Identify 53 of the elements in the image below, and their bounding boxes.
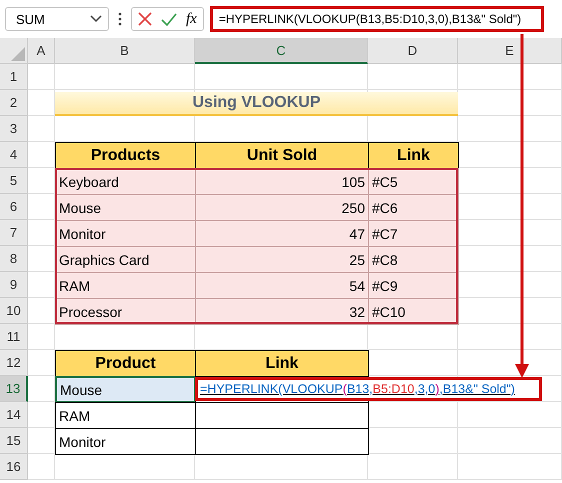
- header-cell: Unit Sold: [195, 142, 369, 169]
- table-cell: #C6: [368, 194, 459, 221]
- column-header[interactable]: C: [195, 38, 368, 64]
- header-cell: Product: [55, 350, 196, 377]
- table-cell[interactable]: RAM: [55, 402, 196, 429]
- table-cell: 250: [195, 194, 369, 221]
- table-cell: 32: [195, 298, 369, 325]
- table-cell: 54: [195, 272, 369, 299]
- row-header[interactable]: 8: [0, 246, 28, 272]
- table-cell: #C10: [368, 298, 459, 325]
- column-header[interactable]: A: [28, 38, 55, 64]
- row-header[interactable]: 13: [0, 376, 28, 402]
- row-header[interactable]: 15: [0, 428, 28, 454]
- row-header[interactable]: 10: [0, 298, 28, 324]
- sheet-title: Using VLOOKUP: [55, 92, 458, 116]
- table-cell: Mouse: [55, 194, 196, 221]
- row-header[interactable]: 12: [0, 350, 28, 376]
- formula-field[interactable]: =HYPERLINK(VLOOKUP(B13,B5:D10,3,0),B13&" Sold"): [210, 6, 544, 32]
- table-cell: RAM: [55, 272, 196, 299]
- table-cell: #C7: [368, 220, 459, 247]
- table-cell: Processor: [55, 298, 196, 325]
- header-cell: Link: [195, 350, 369, 377]
- table-cell: 25: [195, 246, 369, 273]
- row-header[interactable]: 11: [0, 324, 28, 350]
- row-header[interactable]: 1: [0, 64, 28, 90]
- table-cell: Monitor: [55, 220, 196, 247]
- row-header[interactable]: 16: [0, 454, 28, 480]
- table-cell[interactable]: Mouse: [55, 376, 196, 403]
- row-header[interactable]: 5: [0, 168, 28, 194]
- table-cell: #C9: [368, 272, 459, 299]
- row-header[interactable]: 3: [0, 116, 28, 142]
- insert-function-button[interactable]: fx: [186, 10, 197, 28]
- more-icon[interactable]: [118, 12, 122, 26]
- header-cell: Link: [368, 142, 459, 169]
- name-box[interactable]: SUM: [5, 7, 109, 31]
- row-header[interactable]: 9: [0, 272, 28, 298]
- row-header[interactable]: 7: [0, 220, 28, 246]
- cancel-icon[interactable]: [138, 12, 152, 26]
- hyperlink-formula[interactable]: =HYPERLINK(VLOOKUP(B13,B5:D10,3,0),B13&" Sold"): [195, 377, 542, 401]
- check-icon[interactable]: [161, 12, 177, 26]
- column-header[interactable]: B: [55, 38, 195, 64]
- chevron-icon: [90, 15, 102, 23]
- table-cell: 47: [195, 220, 369, 247]
- row-header[interactable]: 2: [0, 90, 28, 116]
- column-header[interactable]: E: [458, 38, 562, 64]
- table-cell[interactable]: Monitor: [55, 428, 196, 455]
- row-header[interactable]: 6: [0, 194, 28, 220]
- table-cell: #C8: [368, 246, 459, 273]
- row-header[interactable]: 4: [0, 142, 28, 168]
- column-header[interactable]: D: [368, 38, 458, 64]
- row-header[interactable]: 14: [0, 402, 28, 428]
- table-cell: Graphics Card: [55, 246, 196, 273]
- header-cell: Products: [55, 142, 196, 169]
